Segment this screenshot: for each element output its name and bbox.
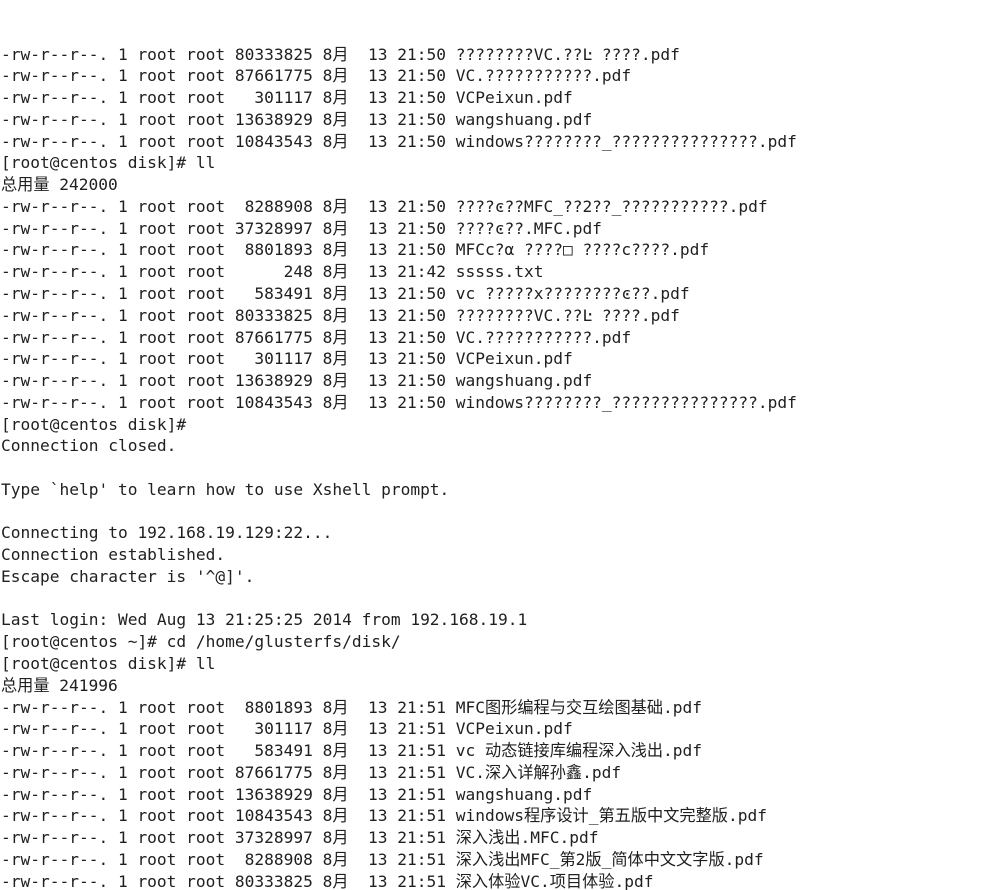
terminal-line: -rw-r--r--. 1 root root 8801893 8月 13 21… bbox=[1, 240, 710, 260]
terminal-line: Last login: Wed Aug 13 21:25:25 2014 fro… bbox=[1, 610, 528, 630]
terminal-line: -rw-r--r--. 1 root root 583491 8月 13 21:… bbox=[1, 741, 703, 761]
terminal-output[interactable]: -rw-r--r--. 1 root root 80333825 8月 13 2… bbox=[0, 0, 1005, 890]
terminal-line: -rw-r--r--. 1 root root 10843543 8月 13 2… bbox=[1, 131, 797, 151]
terminal-line: -rw-r--r--. 1 root root 8288908 8月 13 21… bbox=[1, 849, 764, 869]
terminal-line: -rw-r--r--. 1 root root 80333825 8月 13 2… bbox=[1, 44, 680, 64]
terminal-line: -rw-r--r--. 1 root root 301117 8月 13 21:… bbox=[1, 719, 573, 739]
terminal-line: -rw-r--r--. 1 root root 37328997 8月 13 2… bbox=[1, 828, 599, 848]
terminal-line: -rw-r--r--. 1 root root 583491 8月 13 21:… bbox=[1, 283, 690, 303]
terminal-line: Type `help' to learn how to use Xshell p… bbox=[1, 479, 450, 499]
terminal-line: -rw-r--r--. 1 root root 87661775 8月 13 2… bbox=[1, 327, 632, 347]
terminal-line: -rw-r--r--. 1 root root 10843543 8月 13 2… bbox=[1, 392, 797, 412]
terminal-line: [root@centos disk]# bbox=[1, 414, 196, 434]
terminal-line: -rw-r--r--. 1 root root 80333825 8月 13 2… bbox=[1, 871, 654, 890]
terminal-line: -rw-r--r--. 1 root root 13638929 8月 13 2… bbox=[1, 371, 593, 391]
terminal-line: -rw-r--r--. 1 root root 10843543 8月 13 2… bbox=[1, 806, 767, 826]
terminal-line: Connecting to 192.168.19.129:22... bbox=[1, 523, 333, 543]
terminal-line: Connection closed. bbox=[1, 436, 177, 456]
terminal-line: [root@centos disk]# ll bbox=[1, 654, 216, 673]
terminal-line: Connection established. bbox=[1, 545, 226, 565]
terminal-line: [root@centos ~]# cd /home/glusterfs/disk… bbox=[1, 632, 401, 652]
terminal-line: -rw-r--r--. 1 root root 87661775 8月 13 2… bbox=[1, 762, 622, 782]
terminal-line: -rw-r--r--. 1 root root 13638929 8月 13 2… bbox=[1, 784, 593, 804]
terminal-line: -rw-r--r--. 1 root root 80333825 8月 13 2… bbox=[1, 305, 680, 325]
terminal-line: -rw-r--r--. 1 root root 301117 8月 13 21:… bbox=[1, 349, 573, 369]
terminal-line: [root@centos disk]# ll bbox=[1, 153, 216, 173]
terminal-line: -rw-r--r--. 1 root root 37328997 8月 13 2… bbox=[1, 218, 602, 238]
terminal-line: -rw-r--r--. 1 root root 87661775 8月 13 2… bbox=[1, 66, 632, 86]
terminal-line: 总用量 241996 bbox=[1, 675, 118, 695]
terminal-line: -rw-r--r--. 1 root root 8801893 8月 13 21… bbox=[1, 697, 703, 717]
terminal-line: -rw-r--r--. 1 root root 301117 8月 13 21:… bbox=[1, 88, 573, 108]
terminal-line: -rw-r--r--. 1 root root 248 8月 13 21:42 … bbox=[1, 262, 544, 282]
terminal-line: Escape character is '^@]'. bbox=[1, 566, 255, 586]
terminal-line: 总用量 242000 bbox=[1, 175, 118, 195]
terminal-line: -rw-r--r--. 1 root root 8288908 8月 13 21… bbox=[1, 196, 768, 216]
terminal-scrollback: -rw-r--r--. 1 root root 80333825 8月 13 2… bbox=[1, 44, 1005, 890]
terminal-line: -rw-r--r--. 1 root root 13638929 8月 13 2… bbox=[1, 109, 593, 129]
